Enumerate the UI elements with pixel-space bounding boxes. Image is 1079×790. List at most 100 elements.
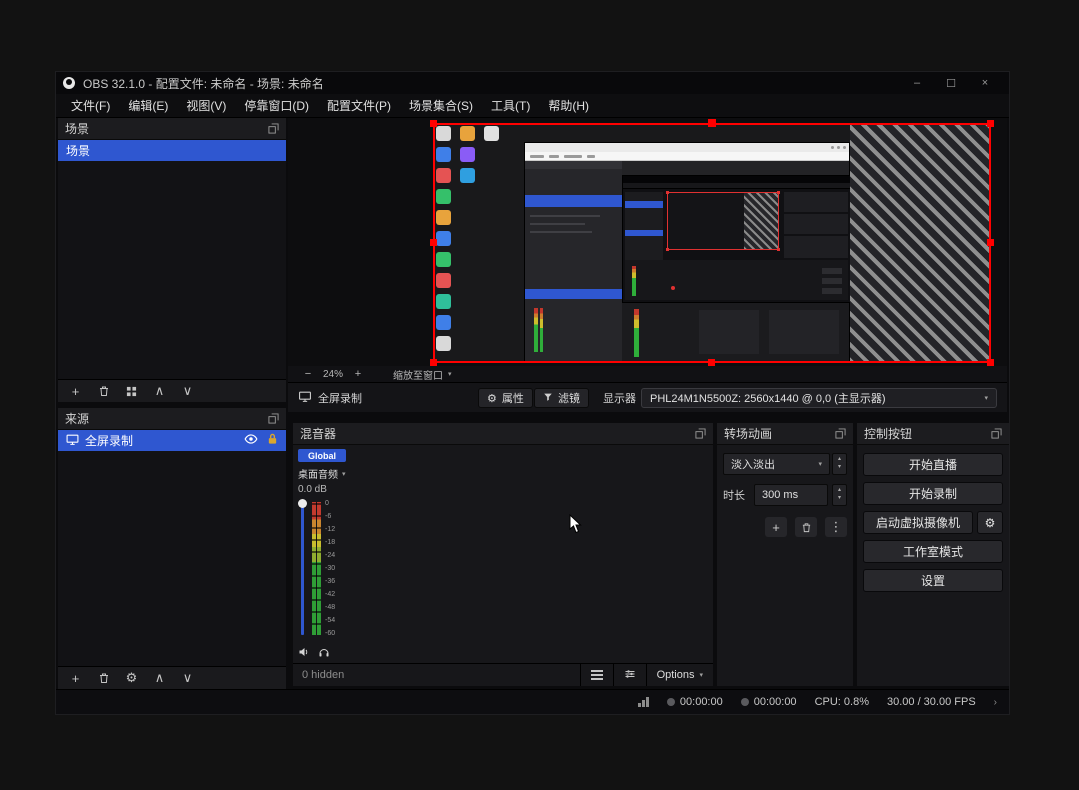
sources-list: 全屏录制 bbox=[58, 430, 286, 666]
source-list-item[interactable]: 全屏录制 bbox=[58, 430, 286, 451]
selection-handle[interactable] bbox=[987, 359, 994, 366]
status-expand-chevron-icon[interactable]: › bbox=[994, 697, 997, 708]
headphones-icon[interactable] bbox=[318, 645, 330, 663]
scenes-list: 场景 bbox=[58, 140, 286, 379]
close-button[interactable]: × bbox=[968, 77, 1002, 90]
maximize-button[interactable]: ☐ bbox=[934, 77, 968, 90]
transition-select[interactable]: 淡入淡出 ▾ bbox=[723, 453, 830, 475]
layout-icon bbox=[591, 670, 603, 680]
add-scene-icon[interactable]: + bbox=[69, 384, 82, 399]
main-content: 场景 场景 + bbox=[56, 118, 1009, 689]
start-recording-button[interactable]: 开始录制 bbox=[863, 482, 1003, 505]
popout-icon[interactable] bbox=[695, 428, 706, 439]
remove-source-icon[interactable] bbox=[97, 672, 110, 684]
selection-handle[interactable] bbox=[708, 359, 715, 366]
volume-db-label: 0.0 dB bbox=[298, 484, 358, 495]
menu-docks[interactable]: 停靠窗口(D) bbox=[235, 94, 318, 117]
nested-obs-window bbox=[622, 175, 850, 303]
filters-button[interactable]: 滤镜 bbox=[534, 388, 589, 408]
zoom-in-button[interactable]: + bbox=[352, 368, 364, 380]
remove-transition-button[interactable] bbox=[795, 517, 817, 537]
stream-status-dot bbox=[667, 698, 675, 706]
duration-label: 时长 bbox=[723, 487, 750, 503]
start-streaming-button[interactable]: 开始直播 bbox=[863, 453, 1003, 476]
options-button[interactable]: Options ▾ bbox=[646, 664, 713, 686]
lock-icon[interactable] bbox=[267, 433, 278, 448]
move-source-up-icon[interactable]: ∧ bbox=[153, 670, 166, 686]
scenes-toolbar: + ∧ ∨ bbox=[58, 379, 286, 402]
preview-canvas[interactable] bbox=[433, 123, 991, 363]
mixer-title: 混音器 bbox=[300, 425, 336, 442]
remove-scene-icon[interactable] bbox=[97, 385, 110, 397]
popout-icon[interactable] bbox=[991, 428, 1002, 439]
advanced-audio-button[interactable] bbox=[613, 664, 646, 686]
captured-window-body bbox=[525, 161, 849, 362]
display-capture-icon bbox=[66, 433, 79, 449]
menu-edit[interactable]: 编辑(E) bbox=[119, 94, 177, 117]
transitions-dock: 转场动画 淡入淡出 ▾ ▴▾ 时长 300 ms bbox=[717, 423, 853, 686]
selection-handle[interactable] bbox=[430, 359, 437, 366]
scene-name: 场景 bbox=[66, 142, 90, 159]
zoom-fit-dropdown[interactable]: 缩放至窗口 ▾ bbox=[393, 367, 452, 382]
display-select[interactable]: PHL24M1N5500Z: 2560x1440 @ 0,0 (主显示器) ▾ bbox=[641, 388, 997, 408]
meter-scale-label: -54 bbox=[325, 617, 335, 624]
add-source-icon[interactable]: + bbox=[69, 671, 82, 686]
scene-list-item[interactable]: 场景 bbox=[58, 140, 286, 161]
menu-bar: 文件(F) 编辑(E) 视图(V) 停靠窗口(D) 配置文件(P) 场景集合(S… bbox=[56, 94, 1009, 118]
sliders-icon bbox=[624, 668, 636, 683]
desktop-icon bbox=[460, 168, 475, 183]
menu-tools[interactable]: 工具(T) bbox=[482, 94, 539, 117]
menu-profile[interactable]: 配置文件(P) bbox=[318, 94, 400, 117]
studio-mode-button[interactable]: 工作室模式 bbox=[863, 540, 1003, 563]
grid-mode-icon[interactable] bbox=[125, 386, 138, 397]
chevron-down-icon: ▾ bbox=[818, 460, 822, 468]
minimize-button[interactable]: – bbox=[900, 77, 934, 90]
menu-help[interactable]: 帮助(H) bbox=[539, 94, 598, 117]
record-timer: 00:00:00 bbox=[741, 696, 797, 708]
move-scene-up-icon[interactable]: ∧ bbox=[153, 383, 166, 399]
selection-handle[interactable] bbox=[430, 120, 437, 127]
audio-channel: Global 桌面音频 ▾ 0.0 dB bbox=[298, 449, 358, 663]
duration-input[interactable]: 300 ms bbox=[754, 484, 828, 506]
settings-button[interactable]: 设置 bbox=[863, 569, 1003, 592]
virtual-camera-settings-button[interactable]: ⚙ bbox=[977, 511, 1003, 534]
visibility-eye-icon[interactable] bbox=[244, 433, 258, 448]
transition-spinner[interactable]: ▴▾ bbox=[832, 453, 847, 475]
speaker-icon[interactable] bbox=[298, 645, 310, 663]
meter-scale-label: -18 bbox=[325, 539, 335, 546]
selection-handle[interactable] bbox=[987, 120, 994, 127]
move-source-down-icon[interactable]: ∨ bbox=[181, 670, 194, 686]
mixer-layout-button[interactable] bbox=[580, 664, 613, 686]
controls-body: 开始直播 开始录制 启动虚拟摄像机 ⚙ 工作室模式 设置 bbox=[857, 445, 1009, 600]
stream-timer: 00:00:00 bbox=[667, 696, 723, 708]
volume-fader-knob[interactable] bbox=[298, 499, 307, 508]
menu-file[interactable]: 文件(F) bbox=[62, 94, 119, 117]
desktop-icon bbox=[436, 294, 451, 309]
hidden-count-label: 0 hidden bbox=[293, 664, 344, 686]
properties-button[interactable]: ⚙ 属性 bbox=[478, 388, 533, 408]
preview-zoom-bar: − 24% + 缩放至窗口 ▾ bbox=[288, 366, 1007, 382]
popout-icon[interactable] bbox=[268, 413, 279, 424]
selection-handle[interactable] bbox=[708, 119, 716, 127]
meter-scale-label: 0 bbox=[325, 500, 335, 507]
desktop-icon bbox=[436, 252, 451, 267]
start-virtual-camera-button[interactable]: 启动虚拟摄像机 bbox=[863, 511, 973, 534]
scenes-dock-header: 场景 bbox=[58, 118, 286, 140]
selection-handle[interactable] bbox=[987, 239, 994, 246]
desktop-icon bbox=[436, 147, 451, 162]
source-properties-gear-icon[interactable]: ⚙ bbox=[125, 670, 138, 686]
menu-view[interactable]: 视图(V) bbox=[177, 94, 235, 117]
add-transition-button[interactable]: + bbox=[765, 517, 787, 537]
channel-name-dropdown[interactable]: 桌面音频 ▾ bbox=[298, 466, 358, 481]
duration-spinner[interactable]: ▴▾ bbox=[832, 484, 847, 506]
move-scene-down-icon[interactable]: ∨ bbox=[181, 383, 194, 399]
captured-window bbox=[524, 142, 850, 363]
popout-icon[interactable] bbox=[268, 123, 279, 134]
meter-scale-label: -12 bbox=[325, 526, 335, 533]
zoom-out-button[interactable]: − bbox=[302, 368, 314, 380]
transition-menu-kebab-icon[interactable]: ⋮ bbox=[825, 517, 847, 537]
popout-icon[interactable] bbox=[835, 428, 846, 439]
menu-scene-collection[interactable]: 场景集合(S) bbox=[400, 94, 482, 117]
fps-indicator: 30.00 / 30.00 FPS bbox=[887, 696, 976, 708]
selection-handle[interactable] bbox=[430, 239, 437, 246]
